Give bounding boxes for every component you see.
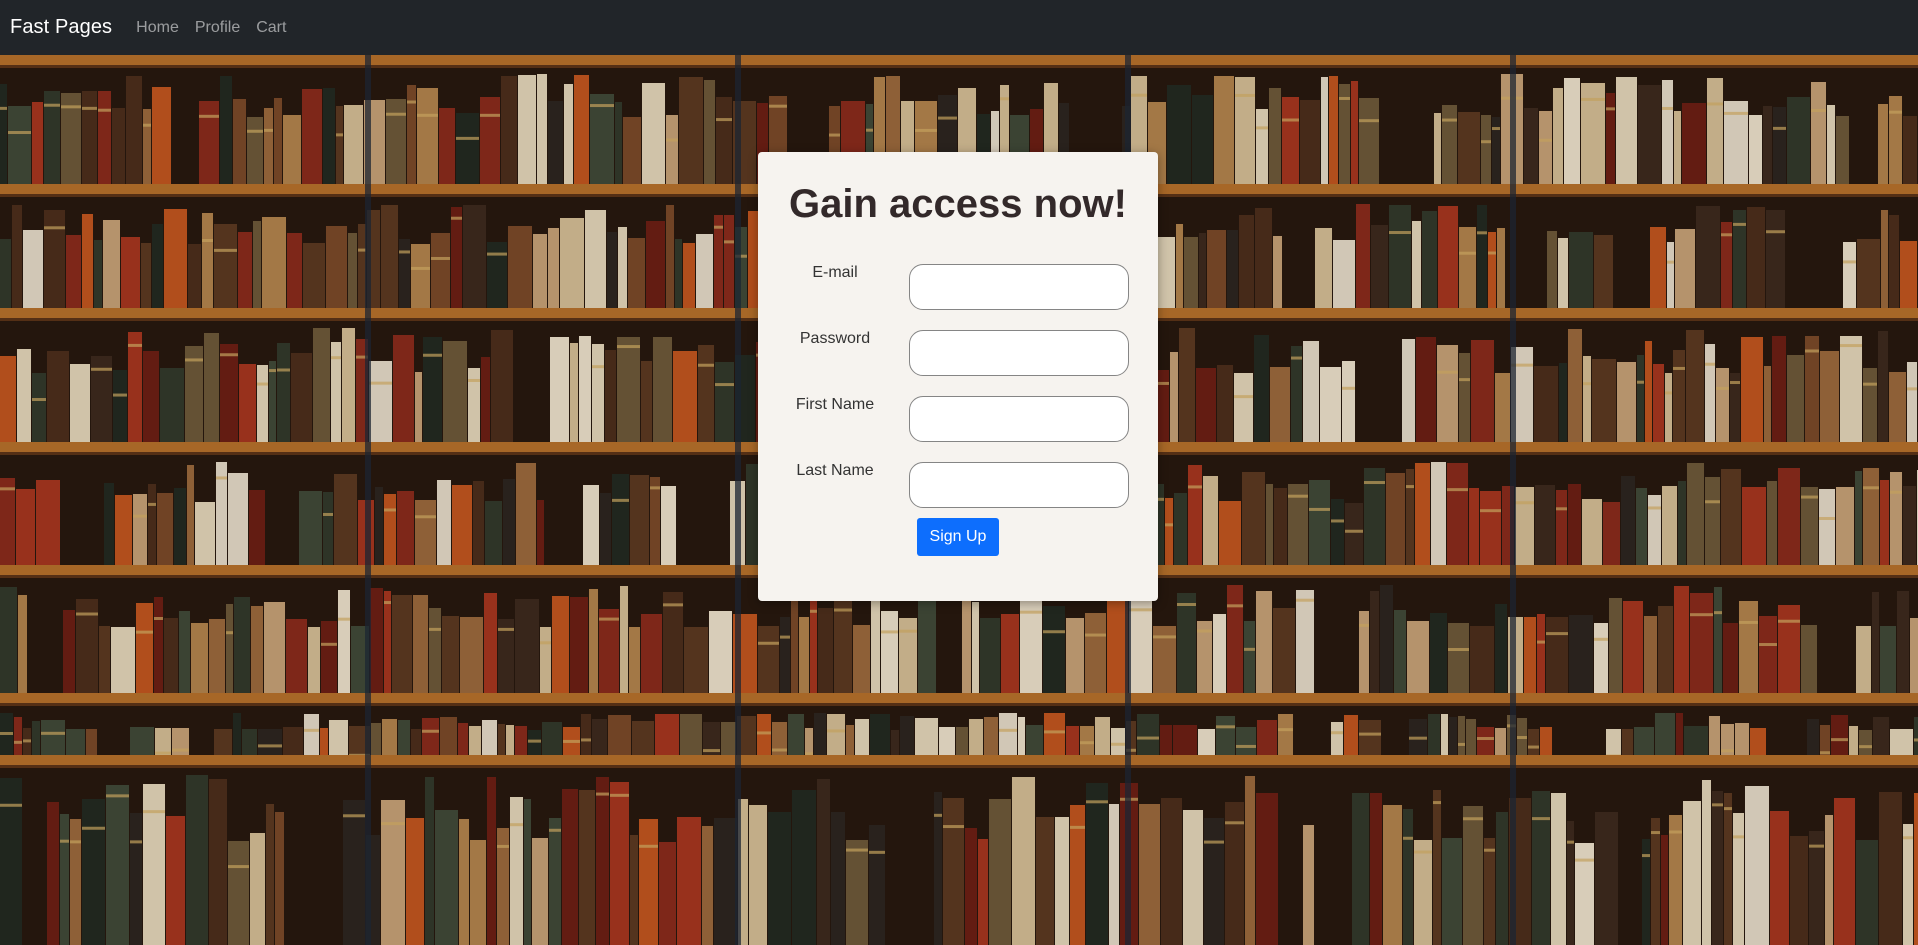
last-name-label: Last Name xyxy=(796,462,874,479)
email-row: E-mail xyxy=(758,264,1158,312)
first-name-label: First Name xyxy=(795,396,875,413)
sign-up-button[interactable]: Sign Up xyxy=(917,518,999,556)
nav-link-profile[interactable]: Profile xyxy=(195,19,240,37)
password-label: Password xyxy=(799,330,871,347)
email-field[interactable] xyxy=(909,264,1129,310)
first-name-field[interactable] xyxy=(909,396,1129,442)
top-navbar: Fast Pages Home Profile Cart xyxy=(0,0,1918,55)
password-row: Password xyxy=(758,330,1158,378)
first-name-row: First Name xyxy=(758,396,1158,444)
nav-link-home[interactable]: Home xyxy=(136,19,179,37)
signup-card: Gain access now! E-mail Password First N… xyxy=(758,152,1158,601)
email-label: E-mail xyxy=(812,264,858,281)
last-name-row: Last Name xyxy=(758,462,1158,510)
nav-link-cart[interactable]: Cart xyxy=(256,19,286,37)
signup-title: Gain access now! xyxy=(789,182,1127,226)
last-name-field[interactable] xyxy=(909,462,1129,508)
brand-link[interactable]: Fast Pages xyxy=(10,16,112,39)
password-field[interactable] xyxy=(909,330,1129,376)
